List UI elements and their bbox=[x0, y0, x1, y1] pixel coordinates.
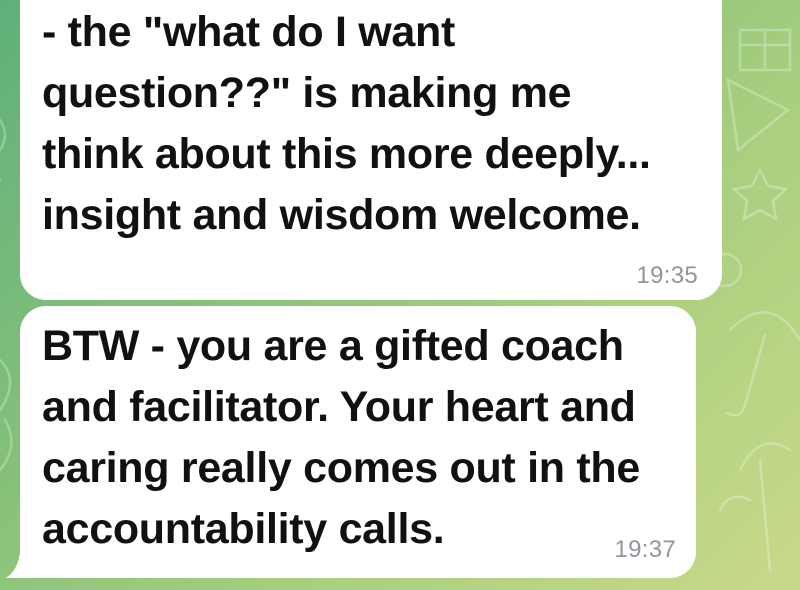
star-doodle-icon bbox=[731, 167, 789, 222]
bubble-tail bbox=[6, 552, 34, 578]
message-bubble[interactable]: - the "what do I want question??" is mak… bbox=[20, 0, 722, 300]
squiggle-doodle-icon bbox=[0, 118, 7, 182]
message-text: - the "what do I want question??" is mak… bbox=[42, 8, 651, 239]
gift-doodle-icon bbox=[738, 28, 792, 72]
umbrella-doodle-icon bbox=[725, 310, 800, 417]
pizza-doodle-icon bbox=[726, 77, 791, 153]
palm-doodle-icon bbox=[718, 442, 792, 572]
message-text: BTW - you are a gifted coach and facilit… bbox=[42, 322, 640, 553]
leaf-doodle-icon bbox=[0, 358, 13, 472]
message-timestamp: 19:37 bbox=[614, 536, 676, 563]
message-bubble[interactable]: BTW - you are a gifted coach and facilit… bbox=[20, 306, 696, 578]
message-timestamp: 19:35 bbox=[636, 262, 698, 289]
